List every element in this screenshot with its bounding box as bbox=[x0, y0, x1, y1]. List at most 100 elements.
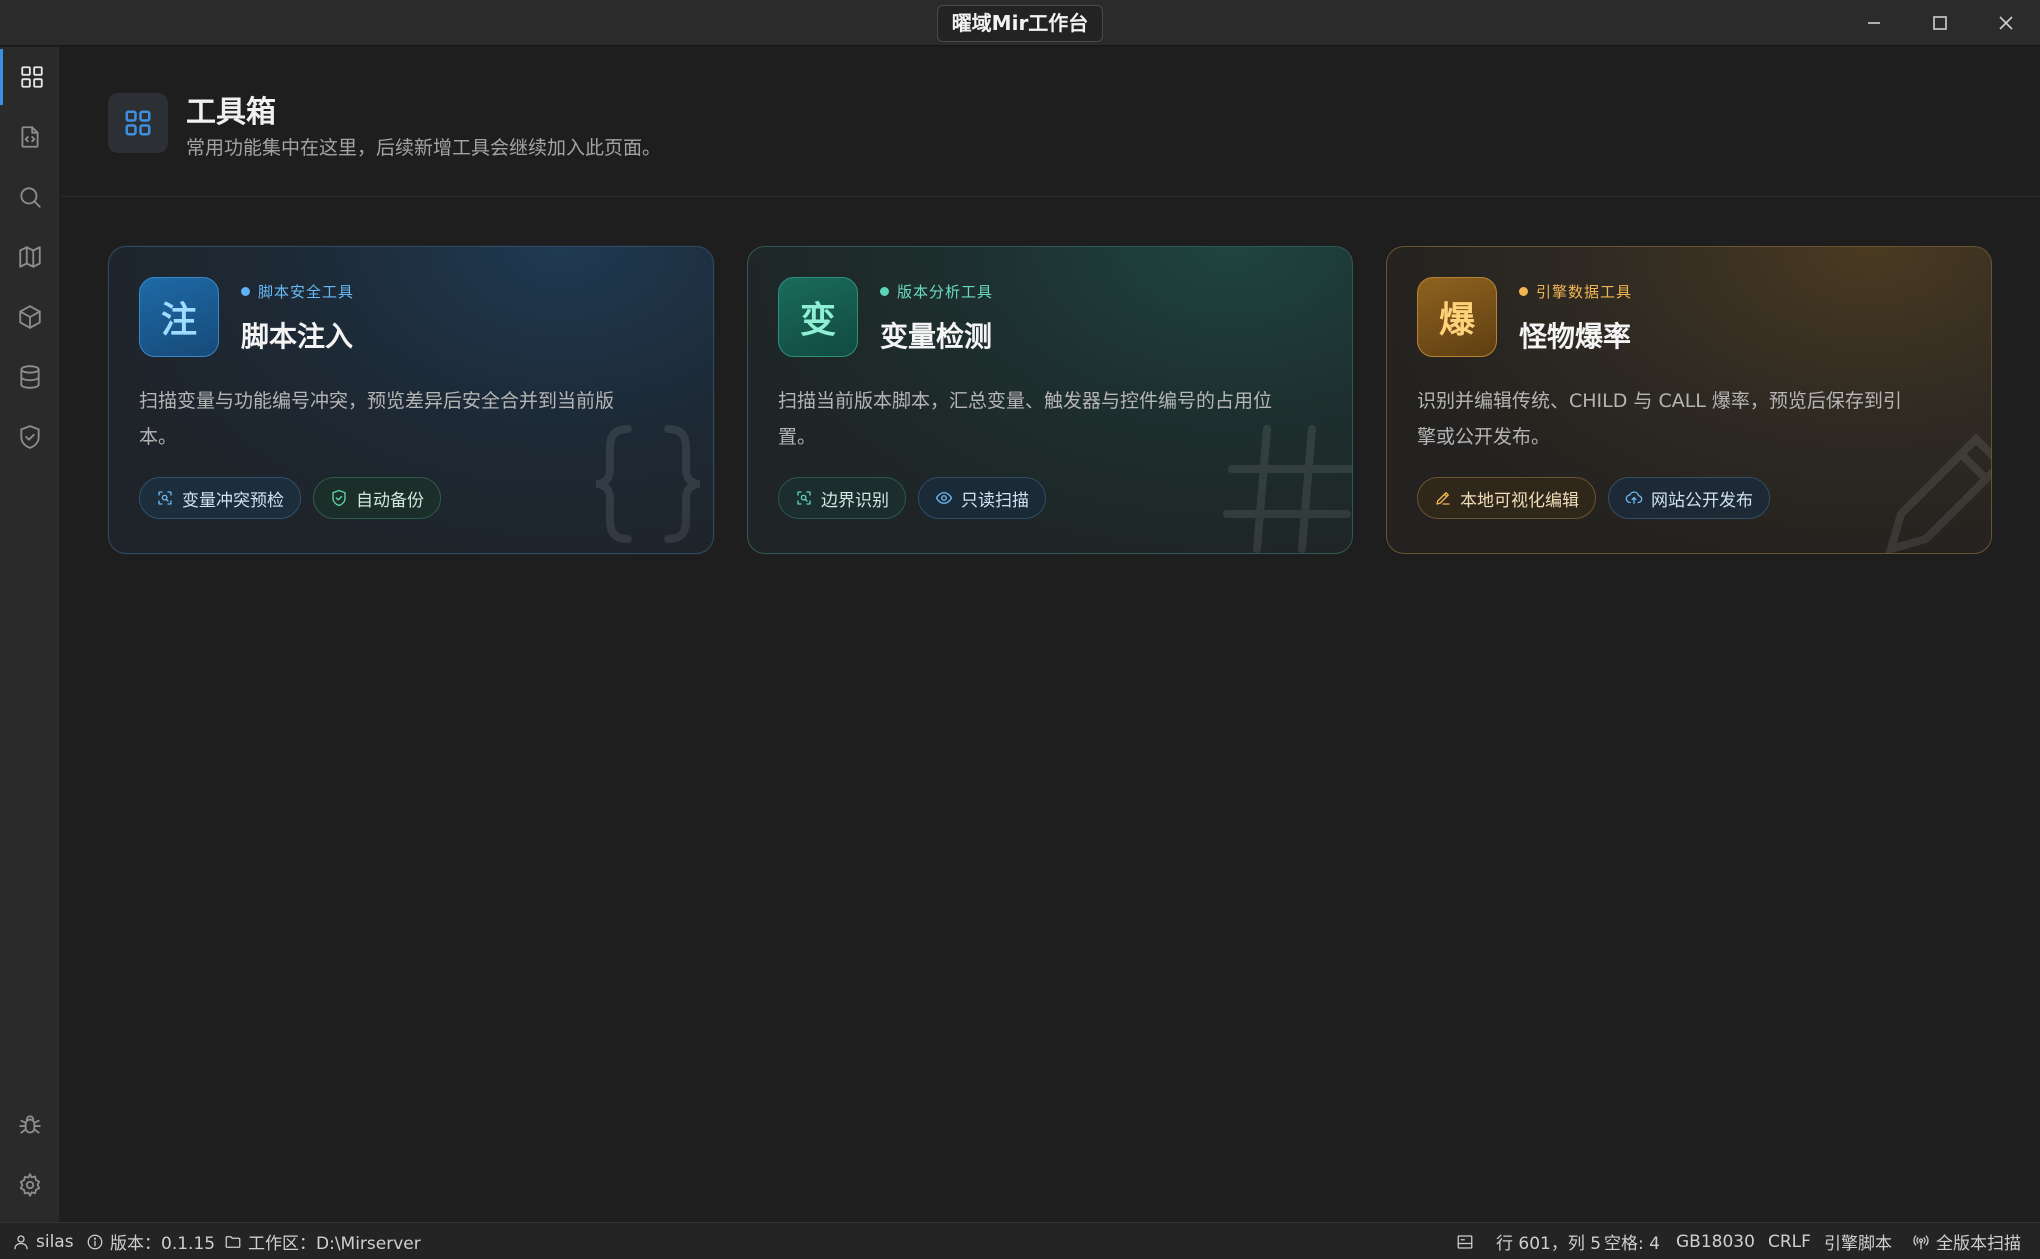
status-eol-label: CRLF bbox=[1768, 1231, 1811, 1252]
card-tag-label: 脚本安全工具 bbox=[258, 283, 355, 301]
broadcast-icon bbox=[1913, 1234, 1929, 1249]
card-tag-label: 引擎数据工具 bbox=[1536, 283, 1633, 301]
folder-icon bbox=[225, 1235, 241, 1248]
search-icon bbox=[20, 187, 41, 208]
card-description: 扫描当前版本脚本，汇总变量、触发器与控件编号的占用位置。 bbox=[778, 390, 1273, 448]
tool-card-variable-detect[interactable]: 变 版本分析工具 变量检测 扫描当前版本脚本，汇总变量、触发器与控件编号的占用位… bbox=[747, 246, 1353, 554]
page-subtitle: 常用功能集中在这里，后续新增工具会继续加入此页面。 bbox=[186, 137, 662, 159]
status-position-label: 行 601，列 5 bbox=[1496, 1234, 1602, 1254]
panel-icon bbox=[1457, 1234, 1473, 1249]
chip-label: 自动备份 bbox=[356, 490, 424, 511]
grid-icon bbox=[20, 66, 43, 88]
grid-icon bbox=[125, 110, 151, 136]
main-content: 工具箱 常用功能集中在这里，后续新增工具会继续加入此页面。 注 脚本安全工具 脚… bbox=[61, 47, 2040, 1222]
info-icon bbox=[87, 1234, 103, 1249]
activity-settings[interactable] bbox=[0, 1157, 60, 1213]
tag-dot bbox=[880, 287, 889, 296]
minimize-button[interactable] bbox=[1842, 0, 1906, 46]
activity-toolbox[interactable] bbox=[0, 49, 60, 105]
card-description: 扫描变量与功能编号冲突，预览差异后安全合并到当前版本。 bbox=[139, 390, 615, 448]
activity-items[interactable] bbox=[0, 289, 60, 345]
chip-label: 只读扫描 bbox=[961, 490, 1029, 511]
bug-icon bbox=[19, 1115, 41, 1134]
eye-icon bbox=[935, 492, 953, 504]
tag-dot bbox=[1519, 287, 1528, 296]
status-scan-label: 全版本扫描 bbox=[1936, 1234, 2021, 1254]
header-icon-tile bbox=[108, 93, 168, 153]
close-button[interactable] bbox=[1974, 0, 2038, 46]
card-description: 识别并编辑传统、CHILD 与 CALL 爆率，预览后保存到引擎或公开发布。 bbox=[1417, 390, 1902, 448]
chip-boundary-detect[interactable]: 边界识别 bbox=[778, 477, 906, 519]
activity-security[interactable] bbox=[0, 409, 60, 465]
activity-database[interactable] bbox=[0, 349, 60, 405]
card-badge: 爆 bbox=[1417, 277, 1497, 357]
chip-local-visual-edit[interactable]: 本地可视化编辑 bbox=[1417, 477, 1596, 519]
page-title: 工具箱 bbox=[186, 95, 276, 130]
activity-search[interactable] bbox=[0, 169, 60, 225]
card-chips: 变量冲突预检 自动备份 bbox=[139, 477, 441, 519]
status-user[interactable]: silas bbox=[12, 1223, 74, 1259]
tool-card-monster-drop[interactable]: 爆 引擎数据工具 怪物爆率 识别并编辑传统、CHILD 与 CALL 爆率，预览… bbox=[1386, 246, 1992, 554]
card-chips: 边界识别 只读扫描 bbox=[778, 477, 1046, 519]
window-title: 曜域Mir工作台 bbox=[937, 5, 1103, 42]
status-language[interactable]: 引擎脚本 bbox=[1824, 1223, 1892, 1259]
status-language-label: 引擎脚本 bbox=[1824, 1234, 1892, 1254]
map-icon bbox=[19, 246, 41, 268]
card-tag-label: 版本分析工具 bbox=[897, 283, 994, 301]
maximize-icon bbox=[1933, 16, 1947, 30]
status-version[interactable]: 版本：0.1.15 bbox=[86, 1223, 215, 1259]
chip-website-publish[interactable]: 网站公开发布 bbox=[1608, 477, 1770, 519]
chip-label: 本地可视化编辑 bbox=[1460, 490, 1579, 511]
shield-check-icon bbox=[20, 425, 40, 449]
minimize-icon bbox=[1868, 22, 1880, 24]
scan-icon bbox=[797, 491, 811, 505]
scan-icon bbox=[158, 491, 172, 505]
close-icon bbox=[1999, 16, 2013, 30]
chip-auto-backup[interactable]: 自动备份 bbox=[313, 477, 441, 519]
card-chips: 本地可视化编辑 网站公开发布 bbox=[1417, 477, 1770, 519]
card-title: 变量检测 bbox=[880, 320, 993, 353]
chip-label: 网站公开发布 bbox=[1651, 490, 1753, 511]
chip-variable-conflict-check[interactable]: 变量冲突预检 bbox=[139, 477, 301, 519]
status-encoding-label: GB18030 bbox=[1676, 1231, 1755, 1252]
activity-bar bbox=[0, 47, 60, 1222]
status-indent-label: 空格: 4 bbox=[1604, 1234, 1660, 1254]
page-header: 工具箱 常用功能集中在这里，后续新增工具会继续加入此页面。 bbox=[61, 47, 2040, 197]
card-title: 脚本注入 bbox=[241, 320, 354, 353]
chip-label: 边界识别 bbox=[821, 490, 889, 511]
tag-dot bbox=[241, 287, 250, 296]
card-tag: 脚本安全工具 bbox=[241, 281, 354, 302]
user-icon bbox=[14, 1234, 28, 1249]
card-tag: 版本分析工具 bbox=[880, 281, 993, 302]
card-badge: 变 bbox=[778, 277, 858, 357]
status-workspace[interactable]: 工作区：D:\Mirserver bbox=[224, 1223, 421, 1259]
box-icon bbox=[19, 305, 41, 329]
activity-map[interactable] bbox=[0, 229, 60, 285]
activity-scripts[interactable] bbox=[0, 109, 60, 165]
status-panel-toggle[interactable] bbox=[1456, 1223, 1474, 1259]
status-indent[interactable]: 空格: 4 bbox=[1604, 1223, 1660, 1259]
status-user-label: silas bbox=[36, 1231, 74, 1252]
activity-debug[interactable] bbox=[0, 1097, 60, 1153]
pencil-icon bbox=[1436, 492, 1450, 505]
cloud-upload-icon bbox=[1625, 491, 1643, 504]
gear-icon bbox=[19, 1173, 41, 1197]
status-workspace-label: 工作区：D:\Mirserver bbox=[248, 1234, 421, 1254]
chip-label: 变量冲突预检 bbox=[182, 490, 284, 511]
card-tag: 引擎数据工具 bbox=[1519, 281, 1632, 302]
tool-card-script-inject[interactable]: 注 脚本安全工具 脚本注入 扫描变量与功能编号冲突，预览差异后安全合并到当前版本… bbox=[108, 246, 714, 554]
card-title: 怪物爆率 bbox=[1519, 320, 1632, 353]
title-bar: 曜域Mir工作台 bbox=[0, 0, 2040, 46]
status-bar: silas 版本：0.1.15 工作区：D:\Mirserver 行 601，列… bbox=[0, 1222, 2040, 1259]
status-version-label: 版本：0.1.15 bbox=[110, 1234, 216, 1254]
card-badge: 注 bbox=[139, 277, 219, 357]
maximize-button[interactable] bbox=[1908, 0, 1972, 46]
chip-readonly-scan[interactable]: 只读扫描 bbox=[918, 477, 1046, 519]
file-code-icon bbox=[21, 126, 39, 148]
status-encoding[interactable]: GB18030 bbox=[1676, 1223, 1755, 1259]
status-cursor-position[interactable]: 行 601，列 5 bbox=[1496, 1223, 1601, 1259]
status-eol[interactable]: CRLF bbox=[1768, 1223, 1811, 1259]
status-scan-scope[interactable]: 全版本扫描 bbox=[1912, 1223, 2021, 1259]
database-icon bbox=[20, 365, 40, 389]
shield-check-icon bbox=[332, 489, 346, 507]
